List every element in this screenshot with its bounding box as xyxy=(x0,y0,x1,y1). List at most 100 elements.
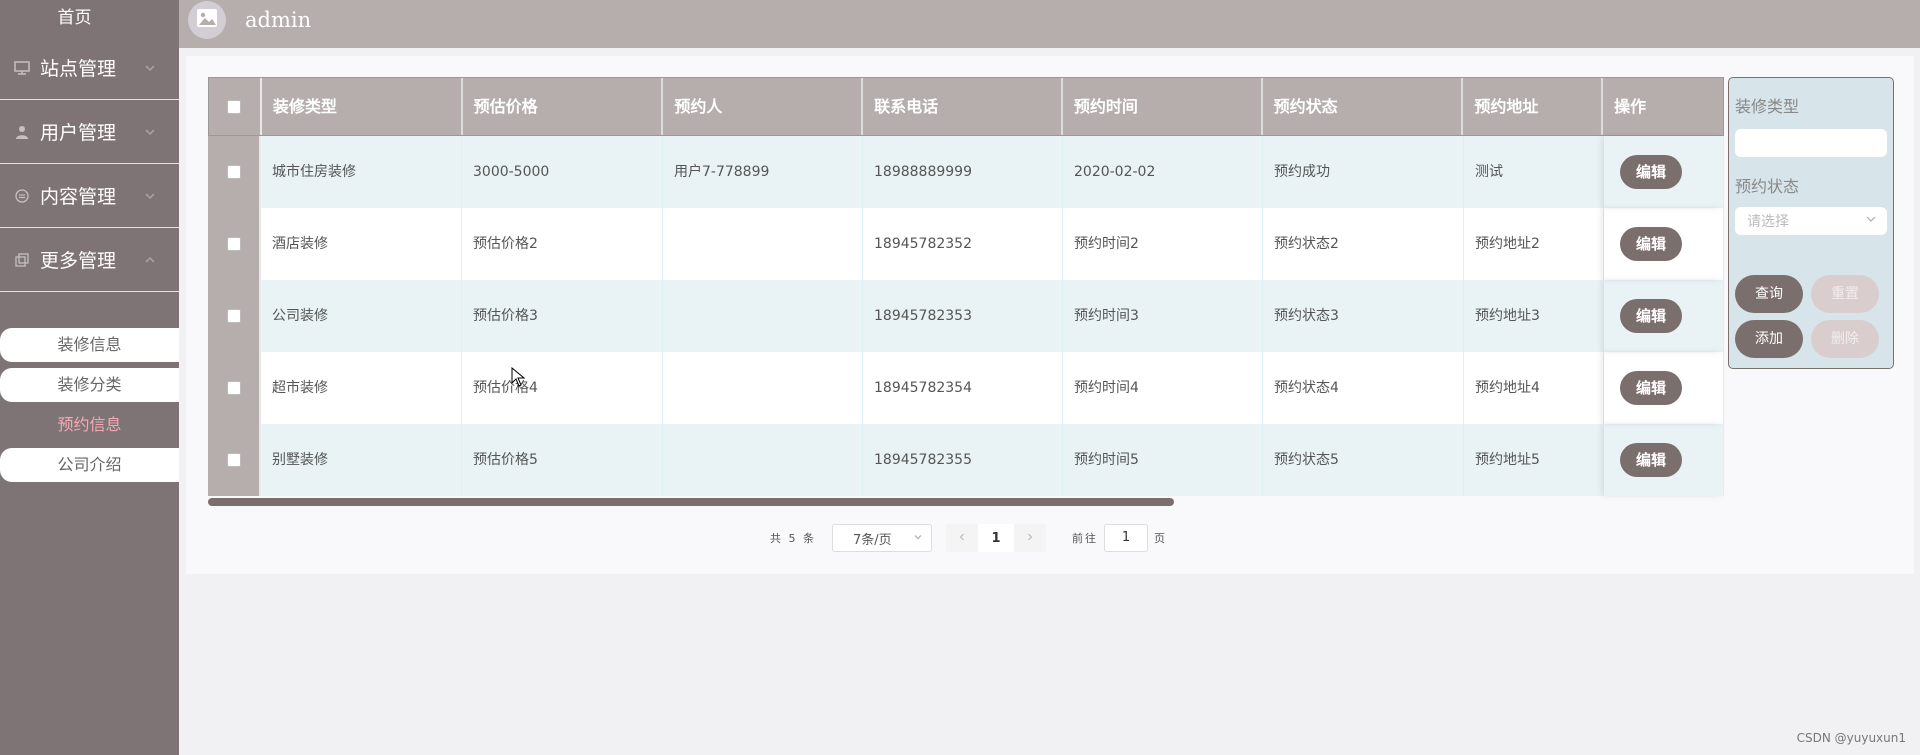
sidebar-group-user[interactable]: 用户管理 xyxy=(0,100,179,164)
delete-button[interactable]: 删除 xyxy=(1811,320,1879,358)
table-cell: 18945782352 xyxy=(863,208,1063,280)
row-check-cell xyxy=(208,280,261,352)
column-header[interactable]: 预约人 xyxy=(663,78,864,135)
sidebar-group-content[interactable]: 内容管理 xyxy=(0,164,179,228)
table-cell: 3000-5000 xyxy=(462,136,663,208)
table-cell: 预约状态4 xyxy=(1263,352,1464,424)
sidebar-group-label: 更多管理 xyxy=(40,250,117,272)
edit-button[interactable]: 编辑 xyxy=(1620,299,1682,333)
table-row: 酒店装修 预估价格2 18945782352 预约时间2 预约状态2 预约地址2… xyxy=(208,208,1724,280)
page-size-value: 7条/页 xyxy=(853,532,892,548)
filter-panel: 装修类型 预约状态 请选择 查询 重置 添加 删除 xyxy=(1728,77,1894,369)
table-cell: 预约时间3 xyxy=(1063,280,1263,352)
table-cell: 预约状态5 xyxy=(1263,424,1464,496)
operation-cell: 编辑 xyxy=(1604,280,1724,352)
top-header: admin xyxy=(179,0,1920,48)
chevron-down-icon xyxy=(143,60,159,76)
row-check-cell xyxy=(208,208,261,280)
sidebar-group-label: 站点管理 xyxy=(40,58,117,80)
row-check-cell xyxy=(208,352,261,424)
sidebar-group-label: 内容管理 xyxy=(40,186,117,208)
table-cell: 预约状态2 xyxy=(1263,208,1464,280)
table-cell: 预约时间5 xyxy=(1063,424,1263,496)
table-row: 城市住房装修 3000-5000 用户7-778899 18988889999 … xyxy=(208,136,1724,208)
sidebar-item-decoration-category[interactable]: 装修分类 xyxy=(0,368,179,402)
chevron-left-icon xyxy=(957,530,967,546)
chevron-down-icon xyxy=(143,188,159,204)
edit-button[interactable]: 编辑 xyxy=(1620,371,1682,405)
watermark: CSDN @yuyuxun1 xyxy=(1796,731,1906,745)
edit-button[interactable]: 编辑 xyxy=(1620,443,1682,477)
table-cell: 18945782353 xyxy=(863,280,1063,352)
current-page[interactable]: 1 xyxy=(978,524,1014,552)
status-label: 预约状态 xyxy=(1735,177,1800,196)
goto-suffix: 页 xyxy=(1154,532,1165,545)
prev-page-button[interactable] xyxy=(946,524,978,552)
query-button[interactable]: 查询 xyxy=(1735,275,1803,313)
edit-button[interactable]: 编辑 xyxy=(1620,155,1682,189)
next-page-button[interactable] xyxy=(1014,524,1046,552)
add-button[interactable]: 添加 xyxy=(1735,320,1803,358)
table-cell: 用户7-778899 xyxy=(663,136,863,208)
column-header[interactable]: 预约状态 xyxy=(1263,78,1464,135)
table-cell: 预约成功 xyxy=(1263,136,1464,208)
column-header[interactable]: 联系电话 xyxy=(863,78,1063,135)
appointment-table: 装修类型 预估价格 预约人 联系电话 预约时间 预约状态 预约地址 操作 城市住… xyxy=(208,77,1724,496)
row-checkbox[interactable] xyxy=(226,309,241,323)
table-cell: 测试 xyxy=(1464,136,1604,208)
status-select[interactable]: 请选择 xyxy=(1735,207,1887,235)
column-header[interactable]: 预约地址 xyxy=(1463,78,1604,135)
table-cell xyxy=(663,208,863,280)
table-cell: 预约地址2 xyxy=(1464,208,1604,280)
user-icon xyxy=(14,124,30,140)
mouse-cursor-icon xyxy=(511,366,526,391)
table-cell: 预估价格5 xyxy=(462,424,663,496)
row-checkbox[interactable] xyxy=(226,165,241,179)
avatar[interactable] xyxy=(188,1,226,39)
column-header[interactable]: 预估价格 xyxy=(463,78,664,135)
sidebar-home[interactable]: 首页 xyxy=(0,0,179,36)
column-header[interactable]: 预约时间 xyxy=(1063,78,1263,135)
select-all-cell xyxy=(209,78,262,135)
row-check-cell xyxy=(208,424,261,496)
status-placeholder: 请选择 xyxy=(1747,214,1789,230)
sidebar-item-company-intro[interactable]: 公司介绍 xyxy=(0,448,179,482)
row-checkbox[interactable] xyxy=(226,237,241,251)
row-check-cell xyxy=(208,136,261,208)
sidebar-item-appointment-info[interactable]: 预约信息 xyxy=(0,408,179,442)
table-row: 超市装修 预估价格4 18945782354 预约时间4 预约状态4 预约地址4… xyxy=(208,352,1724,424)
username: admin xyxy=(245,8,312,32)
copy-icon xyxy=(14,252,30,268)
page-size-select[interactable]: 7条/页 xyxy=(832,524,932,552)
select-all-checkbox[interactable] xyxy=(227,99,242,114)
table-cell: 预估价格3 xyxy=(462,280,663,352)
table-row: 公司装修 预估价格3 18945782353 预约时间3 预约状态3 预约地址3… xyxy=(208,280,1724,352)
table-cell: 别墅装修 xyxy=(261,424,462,496)
table-cell: 预估价格4 xyxy=(462,352,663,424)
sidebar-group-more[interactable]: 更多管理 xyxy=(0,228,179,292)
image-icon xyxy=(196,8,218,32)
table-row: 别墅装修 预估价格5 18945782355 预约时间5 预约状态5 预约地址5… xyxy=(208,424,1724,496)
table-cell: 预约时间2 xyxy=(1063,208,1263,280)
table-cell xyxy=(663,352,863,424)
edit-button[interactable]: 编辑 xyxy=(1620,227,1682,261)
row-checkbox[interactable] xyxy=(226,453,241,467)
table-cell: 18945782354 xyxy=(863,352,1063,424)
horizontal-scrollbar[interactable] xyxy=(208,498,1724,506)
reset-button[interactable]: 重置 xyxy=(1811,275,1879,313)
type-input[interactable] xyxy=(1735,129,1887,157)
sidebar-group-label: 用户管理 xyxy=(40,122,117,144)
scrollbar-thumb[interactable] xyxy=(208,498,1174,506)
sidebar: 首页 站点管理 用户管理 内容管理 更多管理 装修信息 装修分类 预约信息 公司… xyxy=(0,0,179,755)
table-cell xyxy=(663,280,863,352)
row-checkbox[interactable] xyxy=(226,381,241,395)
sidebar-item-decoration-info[interactable]: 装修信息 xyxy=(0,328,179,362)
monitor-icon xyxy=(14,60,30,76)
sidebar-group-site[interactable]: 站点管理 xyxy=(0,36,179,100)
chevron-right-icon xyxy=(1025,530,1035,546)
chevron-down-icon xyxy=(1865,213,1877,229)
chevron-down-icon xyxy=(913,531,923,546)
type-label: 装修类型 xyxy=(1735,97,1800,116)
goto-page-input[interactable]: 1 xyxy=(1104,524,1148,552)
column-header[interactable]: 装修类型 xyxy=(262,78,463,135)
